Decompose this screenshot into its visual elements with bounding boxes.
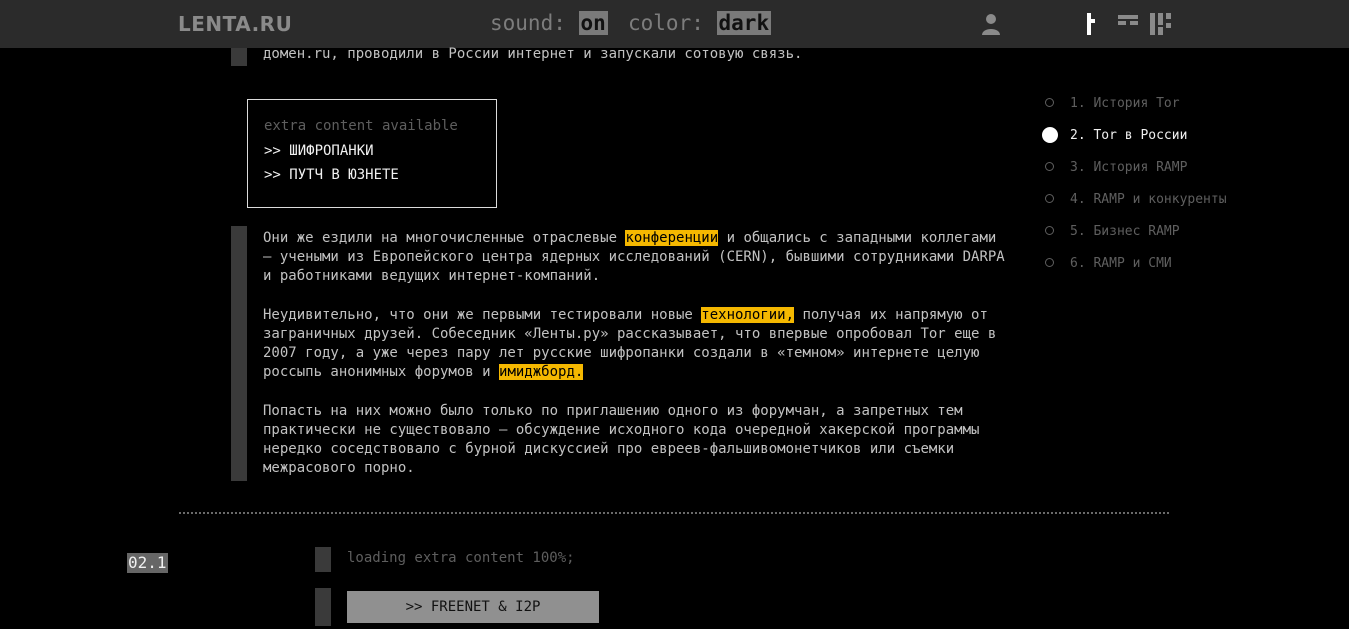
toc-dot-icon bbox=[1045, 194, 1054, 203]
section-divider bbox=[179, 512, 1169, 514]
toc-dot-icon bbox=[1042, 127, 1058, 143]
layout-grid-icon[interactable] bbox=[1150, 13, 1172, 35]
table-of-contents: 1. История Tor 2. Tor в России 3. Истори… bbox=[1042, 94, 1227, 286]
toc-dot-icon bbox=[1045, 162, 1054, 171]
paragraph: Они же ездили на многочисленные отраслев… bbox=[263, 230, 1005, 285]
highlight-link[interactable]: конференции bbox=[625, 230, 719, 246]
extra-content-box: extra content available >> ШИФРОПАНКИ >>… bbox=[247, 99, 497, 208]
layout-text-icon[interactable] bbox=[1118, 13, 1140, 35]
extra-content-caption: extra content available bbox=[264, 118, 458, 134]
color-label: color: bbox=[628, 11, 704, 35]
extra-link-cypherpunks[interactable]: >> ШИФРОПАНКИ bbox=[264, 139, 496, 164]
color-value[interactable]: dark bbox=[716, 11, 772, 35]
quote-bar bbox=[231, 226, 247, 481]
sound-label: sound: bbox=[490, 11, 566, 35]
toc-dot-icon bbox=[1045, 226, 1054, 235]
article-top-line: домен.ru, проводили в России интернет и … bbox=[263, 46, 803, 62]
toc-item-4[interactable]: 4. RAMP и конкуренты bbox=[1043, 190, 1227, 222]
sound-toggle[interactable]: sound: on bbox=[490, 11, 608, 35]
color-toggle[interactable]: color: dark bbox=[628, 11, 772, 35]
highlight-link[interactable]: технологии, bbox=[701, 306, 795, 323]
highlight-link[interactable]: имиджборд. bbox=[499, 364, 584, 381]
toc-dot-icon bbox=[1045, 98, 1054, 107]
toc-item-2[interactable]: 2. Tor в России bbox=[1042, 126, 1227, 158]
quote-bar bbox=[315, 547, 331, 572]
section-number: 02.1 bbox=[127, 553, 168, 573]
toc-item-1[interactable]: 1. История Tor bbox=[1043, 94, 1227, 126]
quote-bar bbox=[315, 588, 331, 626]
extra-link-usenet-putsch[interactable]: >> ПУТЧ В ЮЗНЕТЕ bbox=[264, 163, 496, 188]
article-body: Они же ездили на многочисленные отраслев… bbox=[263, 229, 1008, 498]
sound-value[interactable]: on bbox=[578, 11, 608, 35]
loading-status: loading extra content 100%; bbox=[347, 550, 575, 566]
freenet-i2p-button[interactable]: >> FREENET & I2P bbox=[347, 591, 599, 623]
user-icon[interactable] bbox=[982, 13, 1000, 35]
paragraph: Неудивительно, что они же первыми тестир… bbox=[263, 306, 997, 381]
paragraph: Попасть на них можно было только по приг… bbox=[263, 402, 980, 477]
quote-bar bbox=[231, 48, 247, 66]
toc-item-5[interactable]: 5. Бизнес RAMP bbox=[1043, 222, 1227, 254]
toc-dot-icon bbox=[1045, 258, 1054, 267]
toc-item-3[interactable]: 3. История RAMP bbox=[1043, 158, 1227, 190]
top-bar: LENTA.RU sound: on color: dark bbox=[0, 0, 1349, 48]
layout-single-icon[interactable] bbox=[1085, 13, 1097, 35]
toc-item-6[interactable]: 6. RAMP и СМИ bbox=[1043, 254, 1227, 286]
site-logo[interactable]: LENTA.RU bbox=[178, 12, 292, 36]
